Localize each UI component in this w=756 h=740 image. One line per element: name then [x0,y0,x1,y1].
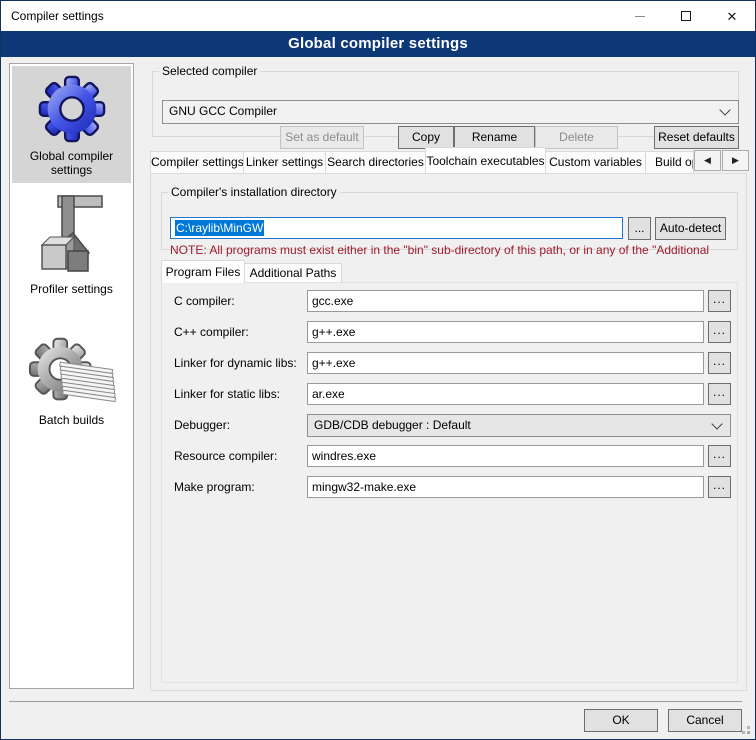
browse-linker-static-button[interactable]: ... [708,383,731,405]
delete-button[interactable]: Delete [535,126,618,149]
make-program-input[interactable]: mingw32-make.exe [307,476,704,498]
debugger-dropdown[interactable]: GDB/CDB debugger : Default [307,414,731,437]
debugger-value: GDB/CDB debugger : Default [314,418,471,432]
field-c-compiler: C compiler: gcc.exe ... [162,290,737,313]
cpp-compiler-input[interactable]: g++.exe [307,321,704,343]
arrow-left-icon: ◀ [704,155,711,165]
close-icon: ✕ [727,10,738,23]
field-label: Linker for dynamic libs: [174,352,297,374]
maximize-icon [681,11,691,21]
tab-toolchain-executables[interactable]: Toolchain executables [425,147,546,173]
field-make-program: Make program: mingw32-make.exe ... [162,476,737,499]
selected-compiler-dropdown[interactable]: GNU GCC Compiler [162,100,739,124]
field-label: C++ compiler: [174,321,249,343]
sidebar-item-label: Batch builds [39,413,104,427]
install-note: NOTE: All programs must exist either in … [170,243,733,257]
tab-search-directories[interactable]: Search directories [325,151,426,173]
arrow-right-icon: ▶ [732,155,739,165]
field-label: C compiler: [174,290,235,312]
autodetect-button[interactable]: Auto-detect [655,217,726,240]
chevron-down-icon [719,104,730,115]
sidebar-item-batch-builds[interactable]: Batch builds [12,328,131,433]
field-resource-compiler: Resource compiler: windres.exe ... [162,445,737,468]
browse-cpp-compiler-button[interactable]: ... [708,321,731,343]
subtab-additional-paths[interactable]: Additional Paths [244,263,342,283]
tab-linker-settings[interactable]: Linker settings [243,151,326,173]
gear-stack-icon [27,336,117,408]
copy-button[interactable]: Copy [398,126,454,149]
field-label: Linker for static libs: [174,383,280,405]
dialog-body: Global compiler settings Profiler settin… [1,57,755,739]
caliper-icon [40,193,104,277]
resize-grip[interactable] [747,731,750,734]
subtab-program-files[interactable]: Program Files [161,260,245,283]
cancel-button[interactable]: Cancel [668,709,742,732]
compiler-settings-dialog: Compiler settings ✕ Global compiler sett… [0,0,756,740]
selected-compiler-value: GNU GCC Compiler [169,104,277,118]
reset-defaults-button[interactable]: Reset defaults [654,126,739,149]
page-title: Global compiler settings [1,31,755,57]
tab-build-options[interactable]: Build options [645,151,694,173]
blue-gear-icon [37,74,107,144]
install-dir-input[interactable]: C:\raylib\MinGW [170,217,623,239]
toolchain-executables-page: Compiler's installation directory C:\ray… [150,173,747,691]
tab-scroll-right-button[interactable]: ▶ [722,150,749,171]
field-linker-dynamic: Linker for dynamic libs: g++.exe ... [162,352,737,375]
maximize-button[interactable] [663,1,709,31]
linker-dynamic-input[interactable]: g++.exe [307,352,704,374]
selected-compiler-legend: Selected compiler [159,65,260,78]
close-button[interactable]: ✕ [709,1,755,31]
window-title: Compiler settings [1,9,104,23]
title-bar: Compiler settings ✕ [1,1,755,31]
tab-compiler-settings[interactable]: Compiler settings [150,151,244,173]
browse-install-dir-button[interactable]: ... [628,217,651,240]
browse-c-compiler-button[interactable]: ... [708,290,731,312]
installation-directory-group: Compiler's installation directory C:\ray… [161,186,738,250]
rename-button[interactable]: Rename [454,126,535,149]
field-linker-static: Linker for static libs: ar.exe ... [162,383,737,406]
linker-static-input[interactable]: ar.exe [307,383,704,405]
main-tab-strip: Compiler settings Linker settings Search… [150,147,749,173]
caption-buttons: ✕ [617,1,755,31]
footer-divider [9,701,742,702]
field-debugger: Debugger: GDB/CDB debugger : Default [162,414,737,437]
browse-resource-compiler-button[interactable]: ... [708,445,731,467]
field-label: Debugger: [174,414,230,436]
browse-linker-dynamic-button[interactable]: ... [708,352,731,374]
field-label: Make program: [174,476,255,498]
chevron-down-icon [711,418,722,429]
selected-compiler-group: Selected compiler GNU GCC Compiler Set a… [152,65,739,137]
sidebar-item-global-compiler-settings[interactable]: Global compiler settings [12,66,131,183]
tab-scroll-left-button[interactable]: ◀ [694,150,721,171]
settings-sidebar: Global compiler settings Profiler settin… [9,63,134,689]
sidebar-item-profiler-settings[interactable]: Profiler settings [12,185,131,302]
browse-make-program-button[interactable]: ... [708,476,731,498]
installation-directory-legend: Compiler's installation directory [168,186,340,199]
minimize-button[interactable] [617,1,663,31]
resource-compiler-input[interactable]: windres.exe [307,445,704,467]
field-label: Resource compiler: [174,445,277,467]
c-compiler-input[interactable]: gcc.exe [307,290,704,312]
program-files-page: C compiler: gcc.exe ... C++ compiler: g+… [161,282,738,683]
minimize-icon [635,16,645,17]
install-dir-selected-text: C:\raylib\MinGW [175,220,264,236]
ok-button[interactable]: OK [584,709,658,732]
sidebar-item-label: Profiler settings [30,282,113,296]
field-cpp-compiler: C++ compiler: g++.exe ... [162,321,737,344]
set-as-default-button[interactable]: Set as default [280,126,364,149]
sidebar-item-label: Global compiler settings [30,149,113,177]
sub-tab-strip: Program Files Additional Paths [161,260,721,283]
tab-custom-variables[interactable]: Custom variables [545,151,646,173]
